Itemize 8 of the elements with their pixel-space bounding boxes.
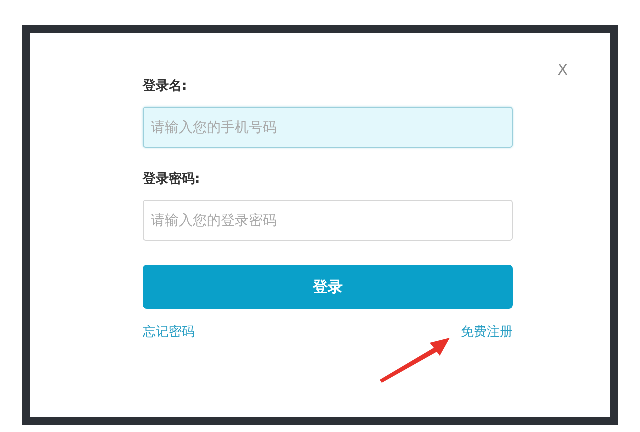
field-label: 登录密码: <box>143 170 202 188</box>
input-field[interactable]: 请输入您的登录密码 <box>143 200 513 241</box>
close-button[interactable]: X <box>558 61 568 79</box>
field-label: 登录名: <box>143 78 188 95</box>
login-button[interactable]: 登录 <box>143 265 513 309</box>
link[interactable]: 免费注册 <box>461 323 513 341</box>
input-field[interactable]: 请输入您的手机号码 <box>143 107 513 148</box>
link[interactable]: 忘记密码 <box>143 323 195 341</box>
